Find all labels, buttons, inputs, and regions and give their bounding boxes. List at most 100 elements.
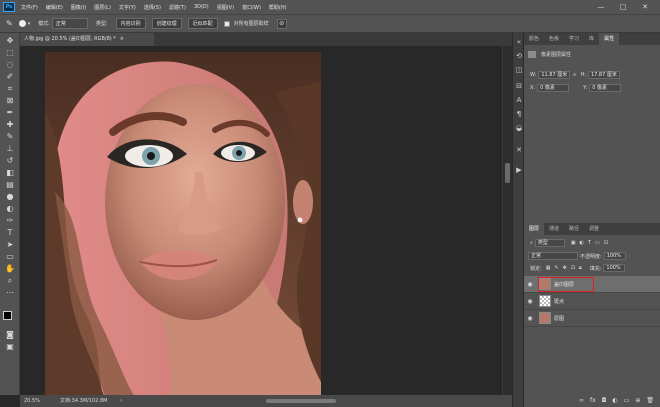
spot-healing-tool-icon[interactable]: ✎ [6, 19, 13, 28]
horizontal-scroll-thumb[interactable] [266, 399, 336, 403]
brush-preset-picker[interactable]: ▾ [18, 20, 30, 27]
eraser-tool-icon[interactable]: ◧ [3, 167, 17, 178]
quick-mask-icon[interactable]: ◙ [3, 329, 17, 340]
tools-cross-icon[interactable]: ✕ [514, 145, 524, 155]
lock-all-icon[interactable]: 🔒︎ [579, 265, 582, 271]
menu-help[interactable]: 帮助(H) [269, 4, 287, 11]
brush-tool-icon[interactable]: ✎ [3, 131, 17, 142]
tab-paths[interactable]: 路径 [564, 223, 584, 235]
screen-mode-icon[interactable]: ▣ [3, 341, 17, 352]
history-brush-tool-icon[interactable]: ↺ [3, 155, 17, 166]
menu-window[interactable]: 窗口(W) [242, 4, 261, 11]
history-icon[interactable]: ⟲ [514, 51, 524, 61]
zoom-level[interactable]: 20.5% [24, 395, 40, 407]
menu-file[interactable]: 文件(F) [21, 4, 38, 11]
filter-adjust-icon[interactable]: ◐ [580, 240, 584, 246]
tab-color[interactable]: 颜色 [524, 33, 544, 45]
menu-type[interactable]: 文字(Y) [119, 4, 136, 11]
blend-mode-select[interactable]: 正常 [528, 252, 578, 260]
eye-icon[interactable]: ◉ [524, 281, 536, 288]
filter-type-icon[interactable]: T [588, 240, 591, 246]
foreground-color-swatch[interactable] [3, 311, 12, 320]
lock-move-icon[interactable]: ✥ [563, 265, 567, 271]
link-icon[interactable]: ∞ [572, 72, 576, 78]
clone-stamp-tool-icon[interactable]: ⊥ [3, 143, 17, 154]
layer-row-spots[interactable]: ◉ 斑点 [524, 293, 660, 310]
adjustments-icon[interactable]: ⊟ [514, 81, 524, 91]
canvas-area[interactable] [20, 46, 502, 397]
menu-select[interactable]: 选择(S) [144, 4, 161, 11]
rectangle-tool-icon[interactable]: ▭ [3, 251, 17, 262]
document-tab[interactable]: 人物.jpg @ 20.5% (盖印图层, RGB/8) * × [20, 33, 154, 46]
filter-smart-icon[interactable]: ⊡ [604, 240, 608, 246]
lock-pixels-icon[interactable]: ▦ [546, 265, 551, 271]
tab-properties[interactable]: 属性 [599, 33, 620, 45]
minimize-button[interactable]: — [590, 3, 612, 11]
height-field[interactable]: 17.87 厘米 [587, 71, 620, 79]
y-field[interactable]: 0 像素 [589, 84, 622, 92]
frame-tool-icon[interactable]: ⊠ [3, 95, 17, 106]
pen-tool-icon[interactable]: ✑ [3, 215, 17, 226]
zoom-tool-icon[interactable]: ⌕ [3, 275, 17, 286]
tab-channels[interactable]: 通道 [544, 223, 564, 235]
add-mask-icon[interactable]: ◘ [602, 397, 607, 404]
tab-learn[interactable]: 学习 [564, 33, 584, 45]
layer-comps-icon[interactable]: ◫ [514, 65, 524, 75]
hand-tool-icon[interactable]: ✋ [3, 263, 17, 274]
more-tools-icon[interactable]: ⋯ [3, 287, 17, 298]
menu-image[interactable]: 图像(I) [71, 4, 86, 11]
filter-shape-icon[interactable]: ▭ [595, 240, 600, 246]
status-arrow-icon[interactable]: › [120, 395, 122, 407]
new-layer-icon[interactable]: ⊕ [635, 397, 640, 404]
crop-tool-icon[interactable]: ⌗ [3, 83, 17, 94]
vertical-scroll-thumb[interactable] [505, 163, 510, 183]
layer-filter-select[interactable]: 类型 [534, 239, 565, 247]
close-button[interactable]: ✕ [634, 3, 656, 11]
marquee-tool-icon[interactable]: ⬚ [3, 47, 17, 58]
lock-paint-icon[interactable]: ✎ [554, 265, 558, 271]
tab-swatches[interactable]: 色板 [544, 33, 564, 45]
layer-row-original[interactable]: ◉ 原图 [524, 310, 660, 327]
menu-filter[interactable]: 滤镜(T) [169, 4, 186, 11]
mode-select[interactable]: 正常 [51, 18, 88, 29]
eye-icon[interactable]: ◉ [524, 315, 536, 322]
paragraph-icon[interactable]: ¶ [514, 109, 524, 119]
pressure-icon[interactable]: ⊘ [276, 18, 287, 29]
lock-artboard-icon[interactable]: ⊡ [571, 265, 575, 271]
layer-row-stamp[interactable]: ◉ 盖印图层 [524, 276, 660, 293]
document-size[interactable]: 文档:34.3M/102.8M [60, 395, 107, 407]
layer-style-icon[interactable]: fx [590, 397, 596, 404]
healing-brush-tool-icon[interactable]: ✚ [3, 119, 17, 130]
link-layers-icon[interactable]: ∞ [579, 397, 584, 404]
content-aware-button[interactable]: 内容识别 [115, 18, 146, 29]
eye-icon[interactable]: ◉ [524, 298, 536, 305]
eyedropper-tool-icon[interactable]: ✒ [3, 107, 17, 118]
glyphs-icon[interactable]: ◒ [514, 123, 524, 133]
x-field[interactable]: 0 像素 [537, 84, 570, 92]
character-icon[interactable]: A [514, 95, 524, 105]
lasso-tool-icon[interactable]: ◌ [3, 59, 17, 70]
fill-field[interactable]: 100% [603, 264, 626, 272]
maximize-button[interactable]: □ [612, 3, 634, 11]
tab-layers[interactable]: 图层 [524, 223, 545, 235]
menu-layer[interactable]: 图层(L) [94, 4, 111, 11]
new-group-icon[interactable]: ▭ [624, 397, 630, 404]
tab-libraries[interactable]: 库 [584, 33, 599, 45]
create-texture-button[interactable]: 创建纹理 [151, 18, 182, 29]
quick-select-tool-icon[interactable]: ✐ [3, 71, 17, 82]
vertical-scrollbar[interactable] [502, 46, 512, 395]
collapse-arrow-icon[interactable]: « [514, 37, 524, 47]
menu-view[interactable]: 视图(V) [217, 4, 234, 11]
move-tool-icon[interactable]: ✥ [3, 35, 17, 46]
blur-tool-icon[interactable]: ● [3, 191, 17, 202]
tab-adjustments[interactable]: 调整 [584, 223, 604, 235]
close-tab-icon[interactable]: × [120, 36, 124, 42]
path-select-tool-icon[interactable]: ➤ [3, 239, 17, 250]
play-icon[interactable]: ▶ [514, 165, 524, 175]
type-tool-icon[interactable]: T [3, 227, 17, 238]
gradient-tool-icon[interactable]: ▤ [3, 179, 17, 190]
width-field[interactable]: 11.87 厘米 [538, 71, 571, 79]
filter-pixel-icon[interactable]: ▣ [571, 240, 576, 246]
sample-all-checkbox[interactable] [223, 20, 230, 27]
opacity-field[interactable]: 100% [603, 252, 626, 260]
